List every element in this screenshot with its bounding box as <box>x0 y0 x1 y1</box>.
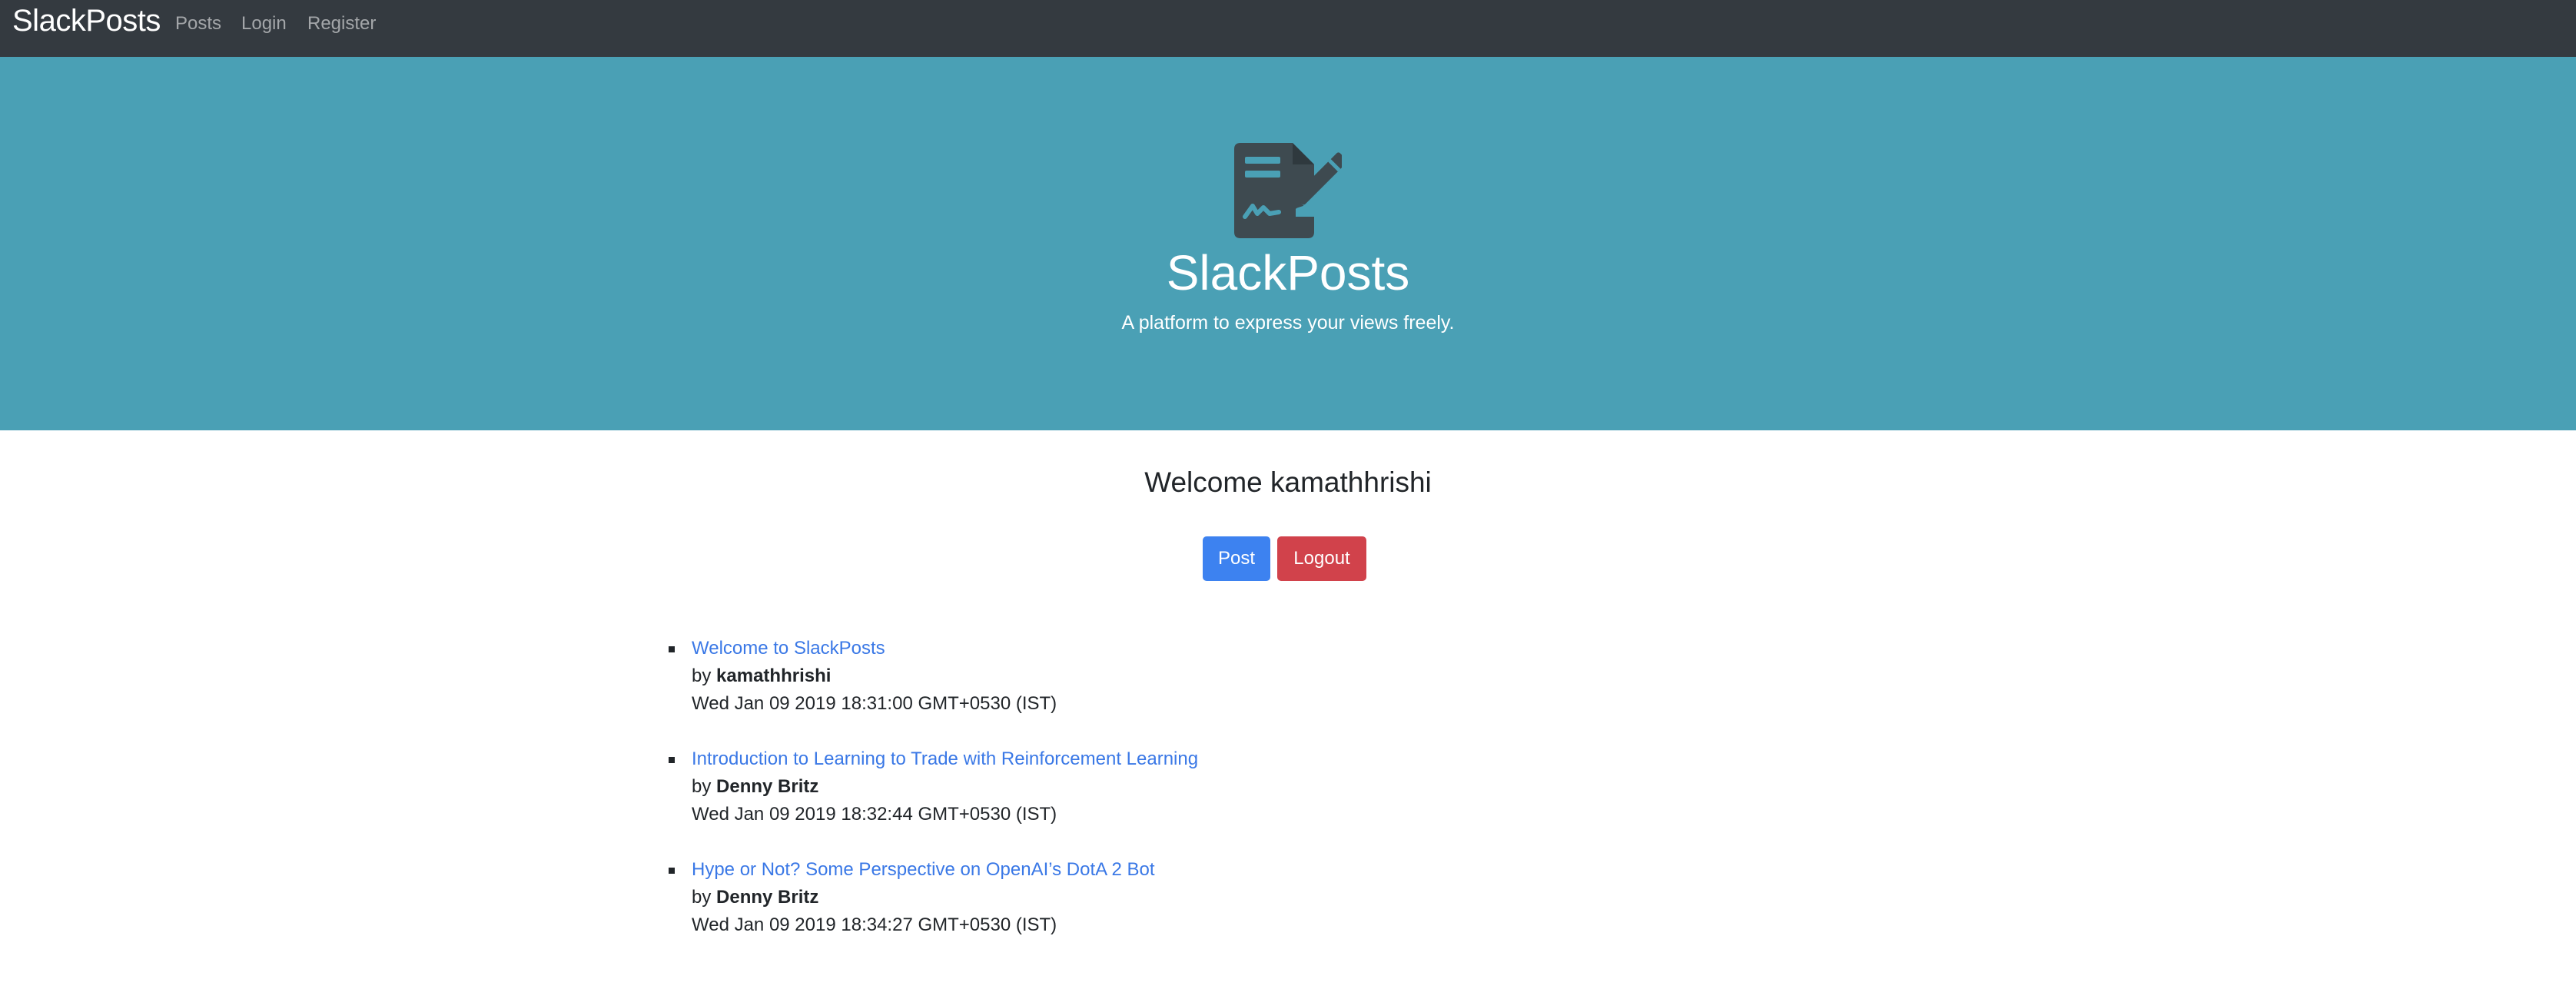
nav-link-login[interactable]: Login <box>241 12 287 35</box>
posts-list: Welcome to SlackPosts by kamathhrishi We… <box>669 635 1198 967</box>
list-item: Hype or Not? Some Perspective on OpenAI’… <box>669 856 1198 967</box>
byline-prefix: by <box>692 887 712 908</box>
post-title-link[interactable]: Introduction to Learning to Trade with R… <box>692 745 1198 773</box>
post-author: Denny Britz <box>716 887 819 908</box>
post-date: Wed Jan 09 2019 18:34:27 GMT+0530 (IST) <box>692 914 1057 935</box>
post-byline: by Denny Britz <box>692 884 1198 911</box>
post-date: Wed Jan 09 2019 18:31:00 GMT+0530 (IST) <box>692 693 1057 714</box>
navbar: SlackPosts Posts Login Register <box>0 0 2576 57</box>
nav-link-register[interactable]: Register <box>307 12 376 35</box>
list-item: Introduction to Learning to Trade with R… <box>669 745 1198 856</box>
hero-subtitle: A platform to express your views freely. <box>1121 312 1455 334</box>
post-title-link[interactable]: Welcome to SlackPosts <box>692 635 1198 662</box>
bullet-marker <box>669 757 675 763</box>
post-byline: by Denny Britz <box>692 773 1198 801</box>
hero-title: SlackPosts <box>1166 245 1410 300</box>
post-author: Denny Britz <box>716 776 819 797</box>
logout-button[interactable]: Logout <box>1277 536 1366 581</box>
post-title-link[interactable]: Hype or Not? Some Perspective on OpenAI’… <box>692 856 1198 884</box>
list-item: Welcome to SlackPosts by kamathhrishi We… <box>669 635 1198 745</box>
nav-link-posts[interactable]: Posts <box>175 12 221 35</box>
welcome-heading: Welcome kamathhrishi <box>1144 466 1432 498</box>
byline-prefix: by <box>692 665 712 686</box>
post-button[interactable]: Post <box>1203 536 1270 581</box>
hero-banner: SlackPosts A platform to express your vi… <box>0 57 2576 430</box>
post-date: Wed Jan 09 2019 18:32:44 GMT+0530 (IST) <box>692 804 1057 825</box>
post-byline: by kamathhrishi <box>692 662 1198 690</box>
bullet-marker <box>669 868 675 874</box>
file-signature-icon <box>1234 143 1342 238</box>
post-author: kamathhrishi <box>716 665 832 686</box>
bullet-marker <box>669 646 675 652</box>
navbar-brand[interactable]: SlackPosts <box>12 2 161 40</box>
byline-prefix: by <box>692 776 712 797</box>
